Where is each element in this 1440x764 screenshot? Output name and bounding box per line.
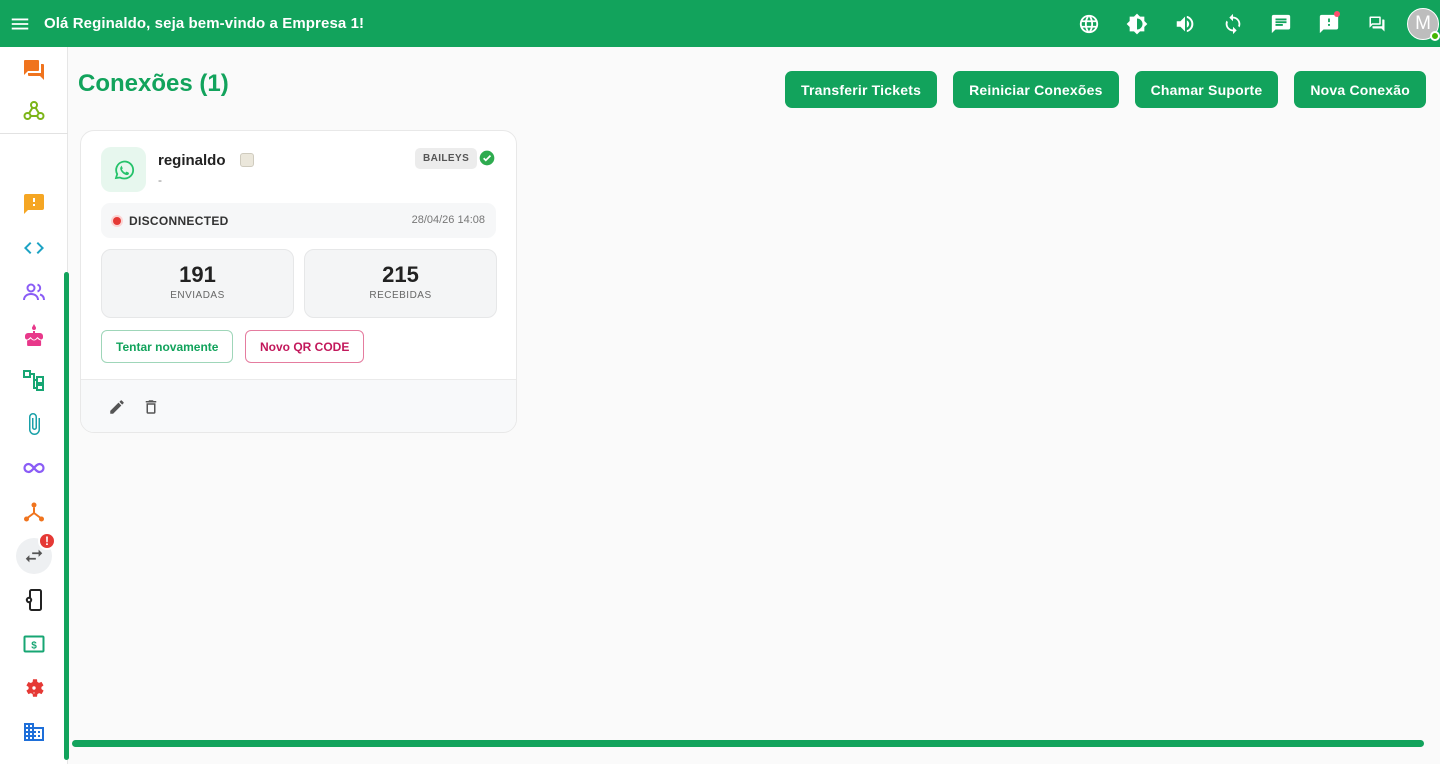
phone-settings-icon — [25, 589, 42, 611]
sidebar-alert-badge: ! — [38, 532, 56, 550]
code-icon — [24, 242, 44, 254]
received-messages-stat: 215 RECEBIDAS — [304, 249, 497, 318]
new-connection-button[interactable]: Nova Conexão — [1294, 71, 1426, 108]
sidebar-item-files[interactable] — [13, 405, 55, 443]
call-support-button[interactable]: Chamar Suporte — [1134, 71, 1279, 108]
received-count: 215 — [382, 262, 419, 287]
new-qr-code-button[interactable]: Novo QR CODE — [245, 330, 365, 363]
brightness-icon[interactable] — [1113, 0, 1161, 47]
sidebar-item-users[interactable] — [13, 273, 55, 311]
sidebar-item-code[interactable] — [13, 229, 55, 267]
menu-icon[interactable] — [0, 0, 40, 47]
sidebar-item-webhook[interactable] — [13, 92, 55, 130]
sidebar-item-flow[interactable] — [13, 361, 55, 399]
infinity-icon — [23, 462, 45, 474]
sidebar-item-alerts[interactable] — [13, 185, 55, 223]
card-footer — [81, 379, 516, 432]
users-icon — [23, 283, 45, 301]
flow-icon — [23, 370, 44, 391]
default-connection-checkbox[interactable] — [240, 153, 254, 167]
chat-icon[interactable] — [1257, 0, 1305, 47]
top-actions: M — [1065, 0, 1440, 47]
connection-status: DISCONNECTED 28/04/26 14:08 — [101, 203, 496, 238]
edit-icon[interactable] — [106, 396, 128, 418]
status-indicator-dot — [113, 217, 121, 225]
avatar[interactable]: M — [1407, 7, 1440, 41]
connection-card: reginaldo - BAILEYS DISCONNECTED 28/04/2… — [80, 130, 517, 433]
notification-dot — [1334, 11, 1340, 17]
sidebar: ! $ — [0, 47, 69, 764]
sidebar-item-hub[interactable] — [13, 493, 55, 531]
sidebar-item-finance[interactable]: $ — [13, 625, 55, 663]
alert-chat-icon[interactable] — [1305, 0, 1353, 47]
sidebar-item-birthday[interactable] — [13, 317, 55, 355]
sidebar-item-transfer[interactable]: ! — [16, 532, 56, 574]
page-actions: Transferir Tickets Reiniciar Conexões Ch… — [785, 71, 1426, 108]
sent-count: 191 — [179, 262, 216, 287]
connection-name: reginaldo — [158, 152, 226, 169]
money-icon: $ — [23, 635, 45, 653]
avatar-initial: M — [1415, 12, 1431, 34]
restart-connections-button[interactable]: Reiniciar Conexões — [953, 71, 1119, 108]
sidebar-item-integrations[interactable] — [13, 449, 55, 487]
globe-icon[interactable] — [1065, 0, 1113, 47]
company-icon — [24, 723, 44, 741]
whatsapp-icon — [101, 147, 146, 192]
received-label: RECEBIDAS — [369, 290, 432, 301]
sent-label: ENVIADAS — [170, 290, 225, 301]
sidebar-item-device-settings[interactable] — [13, 581, 55, 619]
sidebar-item-company[interactable] — [13, 713, 55, 751]
sidebar-scrollbar[interactable] — [64, 272, 69, 760]
svg-text:$: $ — [31, 641, 37, 652]
sent-messages-stat: 191 ENVIADAS — [101, 249, 294, 318]
status-text: DISCONNECTED — [129, 214, 229, 228]
hub-icon — [24, 502, 44, 522]
settings-icon — [26, 679, 44, 697]
greeting-text: Olá Reginaldo, seja bem-vindo a Empresa … — [44, 15, 365, 32]
status-timestamp: 28/04/26 14:08 — [411, 214, 485, 226]
forum-icon[interactable] — [1353, 0, 1401, 47]
cake-icon — [25, 324, 43, 346]
horizontal-scrollbar[interactable] — [72, 740, 1424, 747]
online-status-dot — [1430, 30, 1440, 41]
provider-tag: BAILEYS — [415, 148, 478, 169]
transfer-tickets-button[interactable]: Transferir Tickets — [785, 71, 938, 108]
chat-icon — [24, 60, 44, 80]
webhook-icon — [23, 101, 45, 120]
volume-icon[interactable] — [1161, 0, 1209, 47]
top-bar: Olá Reginaldo, seja bem-vindo a Empresa … — [0, 0, 1440, 47]
retry-button[interactable]: Tentar novamente — [101, 330, 234, 363]
sidebar-divider — [0, 133, 68, 134]
attachment-icon — [29, 413, 40, 435]
alert-icon — [24, 194, 44, 214]
sidebar-item-settings[interactable] — [13, 669, 55, 707]
check-circle-icon — [479, 150, 495, 166]
delete-icon[interactable] — [140, 396, 162, 418]
page-title: Conexões (1) — [78, 70, 229, 97]
sidebar-item-chat[interactable] — [13, 51, 55, 89]
refresh-icon[interactable] — [1209, 0, 1257, 47]
connection-subtitle: - — [158, 173, 162, 187]
